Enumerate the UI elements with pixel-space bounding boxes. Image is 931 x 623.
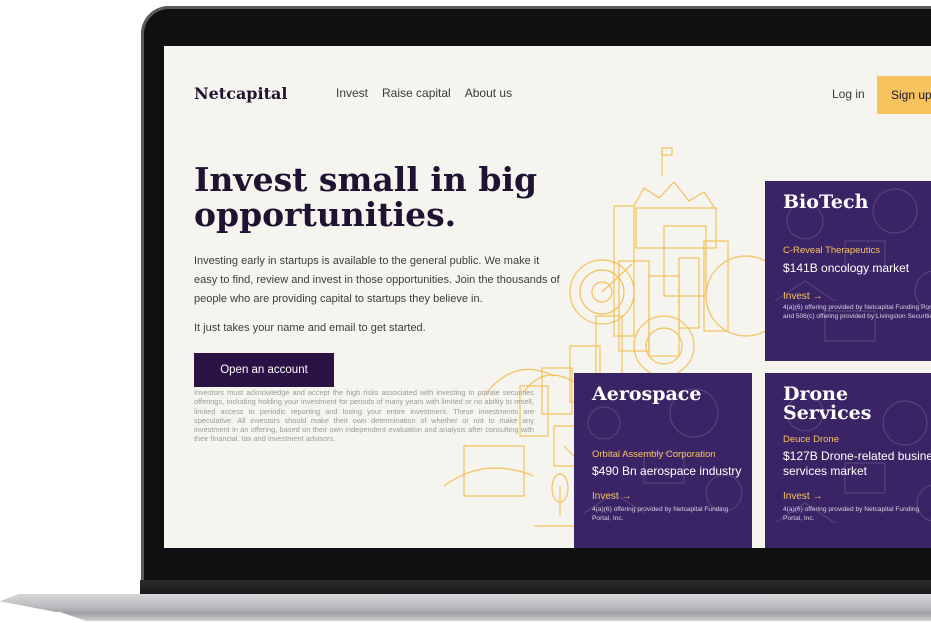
card-offering: 4(a)(6) offering provided by Netcapital … (592, 506, 729, 522)
card-market: $490 Bn aerospace industry (592, 464, 742, 478)
card-drone-services[interactable]: Drone Services Deuce Drone $127B Drone-r… (765, 373, 931, 548)
laptop-hinge (140, 580, 931, 594)
nav-invest[interactable]: Invest (336, 86, 368, 100)
brand-logo[interactable]: Netcapital (194, 84, 287, 103)
open-account-button[interactable]: Open an account (194, 353, 334, 387)
login-link[interactable]: Log in (832, 87, 865, 101)
laptop-deck (0, 594, 931, 612)
card-offering: 4(a)(6) offering provided by Netcapital … (783, 506, 920, 522)
website-screen: Netcapital Invest Raise capital About us… (164, 46, 931, 548)
hero-note: It just takes your name and email to get… (194, 322, 426, 334)
hero-description: Investing early in startups is available… (194, 255, 560, 305)
card-market: $141B oncology market (783, 261, 910, 275)
laptop-base (0, 580, 931, 623)
card-invest-link[interactable]: Invest → (592, 491, 631, 502)
card-title: Aerospace (592, 383, 702, 405)
card-invest-link[interactable]: Invest → (783, 491, 822, 502)
hero-title: Invest small in big opportunities. (194, 160, 538, 234)
laptop-lip (60, 612, 931, 621)
card-market: $127B Drone-related business services ma… (783, 449, 931, 478)
nav-raise-capital[interactable]: Raise capital (382, 86, 451, 100)
card-company[interactable]: C-Reveal Therapeutics (783, 245, 880, 256)
card-title: Drone Services (783, 383, 872, 424)
signup-button[interactable]: Sign up (877, 76, 931, 114)
card-company[interactable]: Orbital Assembly Corporation (592, 449, 716, 460)
nav-about-us[interactable]: About us (465, 86, 512, 100)
card-aerospace[interactable]: Aerospace Orbital Assembly Corporation $… (574, 373, 752, 548)
main-nav: Invest Raise capital About us (336, 86, 512, 100)
card-company[interactable]: Deuce Drone (783, 434, 839, 445)
card-invest-link[interactable]: Invest → (783, 291, 822, 302)
card-biotech[interactable]: BioTech C-Reveal Therapeutics $141B onco… (765, 181, 931, 361)
card-title: BioTech (783, 191, 869, 213)
investor-disclaimer: Investors must acknowledge and accept th… (194, 388, 534, 444)
card-offering: 4(a)(6) offering provided by Netcapital … (783, 304, 931, 320)
